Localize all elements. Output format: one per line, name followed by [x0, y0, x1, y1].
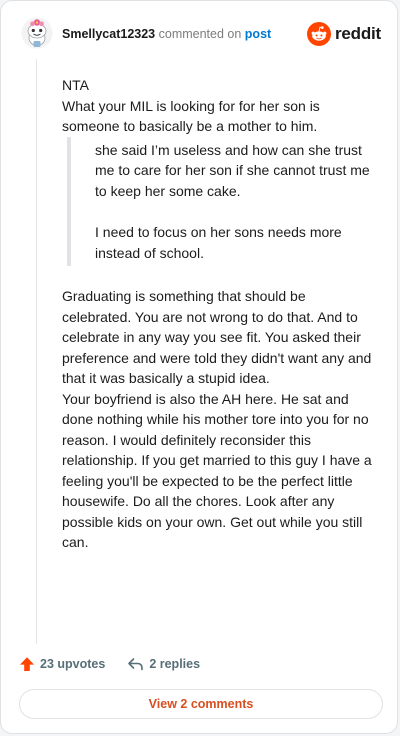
header-text: Smellycat12323 commented on post: [62, 27, 271, 41]
comment-card: Smellycat12323 commented on post reddit …: [0, 0, 398, 734]
comment-body: NTA What your MIL is looking for for her…: [62, 75, 377, 553]
avatar[interactable]: [21, 17, 53, 49]
upvote-count: 23 upvotes: [40, 657, 106, 671]
comment-paragraph: Graduating is something that should be c…: [62, 288, 372, 386]
username-link[interactable]: Smellycat12323: [62, 27, 155, 41]
comment-verdict: NTA: [62, 77, 89, 93]
thread-line[interactable]: [36, 59, 37, 644]
upvote-arrow-icon: [20, 657, 34, 671]
comment-paragraph: What your MIL is looking for for her son…: [62, 97, 320, 135]
comment-footer: 23 upvotes 2 replies: [19, 654, 200, 674]
commented-on-label: commented on: [158, 27, 242, 41]
snoo-avatar-icon: [21, 17, 53, 49]
reddit-logo-icon: [306, 22, 331, 46]
comment-paragraph: Your boyfriend is also the AH here. He s…: [62, 390, 372, 551]
post-link[interactable]: post: [245, 27, 271, 41]
upvote-button[interactable]: 23 upvotes: [19, 656, 105, 672]
reply-count: 2 replies: [149, 657, 201, 671]
quote-paragraph: I need to focus on her sons needs more i…: [95, 224, 342, 261]
quote-paragraph: she said I’m useless and how can she tru…: [95, 141, 370, 199]
reply-arrow-icon: [128, 658, 144, 671]
view-comments-button[interactable]: View 2 comments: [19, 689, 383, 719]
reddit-logo[interactable]: reddit: [306, 21, 381, 47]
blockquote: she said I’m useless and how can she tru…: [67, 136, 377, 266]
comment-header: Smellycat12323 commented on post reddit: [21, 17, 381, 51]
replies-button[interactable]: 2 replies: [127, 656, 200, 672]
reddit-logo-text: reddit: [334, 24, 381, 43]
